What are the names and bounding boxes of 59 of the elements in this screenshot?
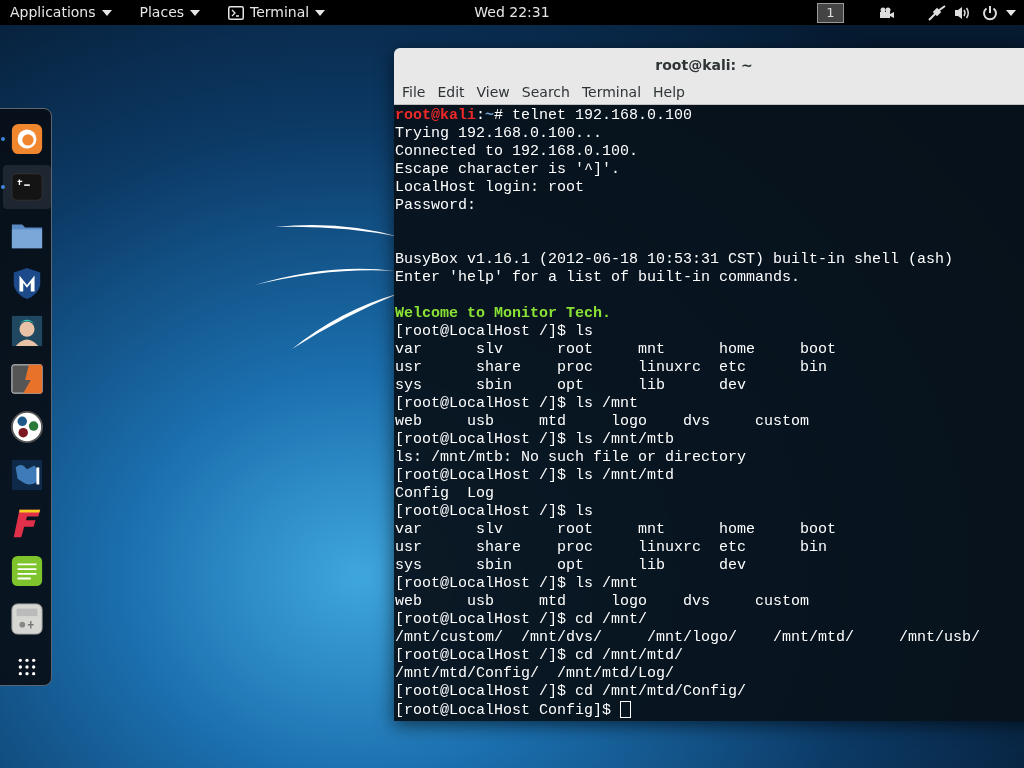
terminal-line: Escape character is '^]'. (395, 161, 621, 179)
terminal-line: [root@LocalHost /]$ cd /mnt/mtd/Config/ (395, 683, 747, 701)
terminal-line: sys sbin opt lib dev (395, 557, 747, 575)
menu-item[interactable]: Help (647, 80, 691, 104)
terminal-line: /mnt/mtd/Config/ /mnt/mtd/Log/ (395, 665, 675, 683)
terminal-line: [root@LocalHost /]$ ls /mnt (395, 575, 639, 593)
caret-icon (1006, 9, 1016, 16)
avatar-icon (10, 314, 44, 348)
terminal-line: usr share proc linuxrc etc bin (395, 359, 828, 377)
terminal-icon (228, 5, 245, 20)
terminal-line: [root@LocalHost /]$ ls /mnt/mtd (395, 467, 675, 485)
notes-icon (10, 554, 44, 588)
terminal-line: root@kali:~# telnet 192.168.0.100 (395, 107, 693, 125)
terminal-line: [root@LocalHost /]$ ls (395, 503, 594, 521)
terminal-line: Trying 192.168.0.100... (395, 125, 603, 143)
menu-item[interactable]: Edit (431, 80, 471, 104)
terminal-line: Enter 'help' for a list of built-in commands. (395, 269, 801, 287)
menu-button[interactable]: Applications (4, 0, 118, 25)
terminal-line: var slv root mnt home boot (395, 521, 837, 539)
window-title: root@kali: ~ (655, 57, 753, 73)
terminal-line: /mnt/custom/ /mnt/dvs/ /mnt/logo/ /mnt/mtd/ /mnt/usb/ (395, 629, 981, 647)
terminal-icon (10, 170, 44, 204)
caret-icon (190, 9, 201, 16)
workspace-indicator[interactable]: 1 (817, 2, 844, 23)
clock[interactable]: Wed 22:31 (474, 0, 550, 25)
terminal-line: Welcome to Monitor Tech. (395, 305, 612, 323)
terminal-line: var slv root mnt home boot (395, 341, 837, 359)
circles-icon (10, 410, 44, 444)
camera-icon[interactable] (878, 6, 894, 19)
terminal-line: web usb mtd logo dvs custom (395, 593, 810, 611)
terminal-line: sys sbin opt lib dev (395, 377, 747, 395)
terminal-line: LocalHost login: root (395, 179, 585, 197)
terminal-line: BusyBox v1.16.1 (2012-06-18 10:53:31 CST) built-in shell (ash) (395, 251, 954, 269)
power-icon[interactable] (982, 4, 998, 21)
bolt-icon (10, 362, 44, 396)
terminal-line: [root@LocalHost /]$ ls /mnt (395, 395, 639, 413)
terminal-line: [root@LocalHost /]$ cd /mnt/mtd/ (395, 647, 684, 665)
caret-icon (315, 9, 326, 16)
menu-item[interactable]: View (470, 80, 516, 104)
terminal-line: web usb mtd logo dvs custom (395, 413, 810, 431)
text-cursor (620, 701, 632, 718)
menu-item[interactable]: Search (515, 80, 576, 104)
terminal-line: [root@LocalHost Config]$ (395, 701, 632, 719)
terminal-line: Connected to 192.168.0.100. (395, 143, 639, 161)
terminal-line: ls: /mnt/mtb: No such file or directory (395, 449, 747, 467)
terminal-line: Password: (395, 197, 476, 215)
terminal-line: [root@LocalHost /]$ cd /mnt/ (395, 611, 648, 629)
menu-item[interactable]: File (396, 80, 432, 104)
terminal-line: [root@LocalHost /]$ ls (395, 323, 594, 341)
calculator-icon (10, 602, 44, 636)
terminal-line: [root@LocalHost /]$ ls /mnt/mtb (395, 431, 675, 449)
volume-icon[interactable] (954, 5, 972, 20)
terminal-line: usr share proc linuxrc etc bin (395, 539, 828, 557)
caret-icon (101, 9, 112, 16)
terminal-line: Config Log (395, 485, 495, 503)
menu-button[interactable]: Places (133, 0, 207, 25)
menu-item[interactable]: Terminal (575, 80, 648, 104)
menu-button[interactable]: Terminal (222, 0, 332, 25)
network-icon[interactable] (928, 4, 946, 21)
